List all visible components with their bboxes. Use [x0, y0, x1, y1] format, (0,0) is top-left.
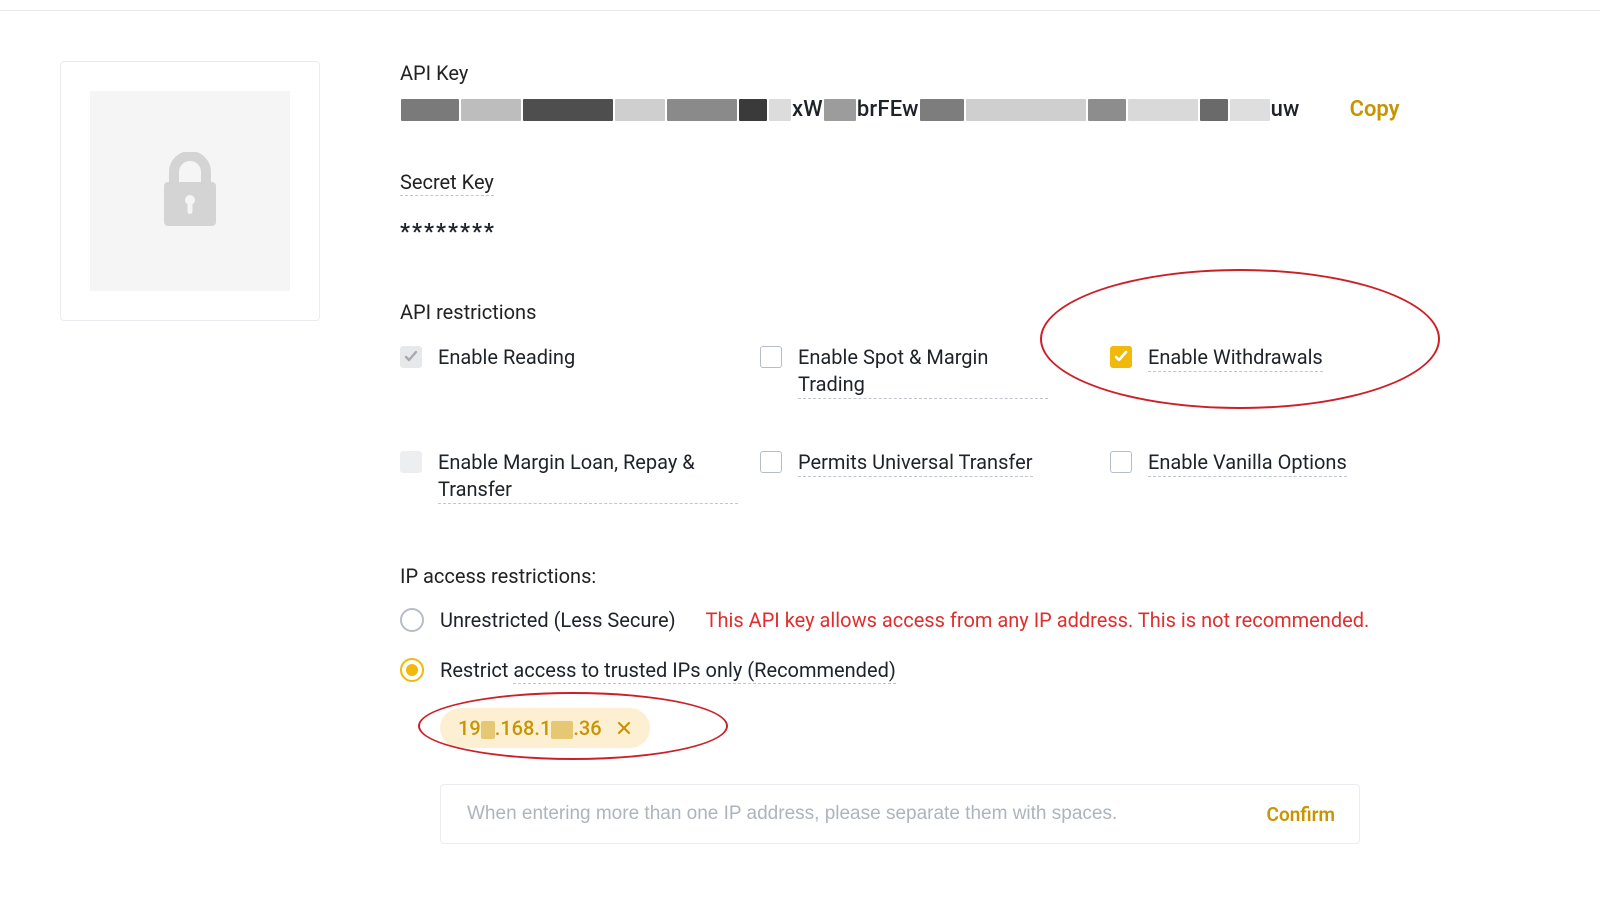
radio-button: [400, 608, 424, 632]
ip-chip[interactable]: 19.168.1.36: [440, 708, 650, 748]
checkbox-box: [1110, 346, 1132, 368]
api-restrictions-heading: API restrictions: [400, 300, 1540, 324]
check-icon: [404, 350, 418, 364]
checkbox-permits-universal-transfer[interactable]: Permits Universal Transfer: [760, 449, 1100, 504]
checkbox-enable-reading[interactable]: Enable Reading: [400, 344, 750, 399]
radio-unrestricted[interactable]: Unrestricted (Less Secure) This API key …: [400, 608, 1540, 632]
checkbox-enable-vanilla-options[interactable]: Enable Vanilla Options: [1110, 449, 1440, 504]
ip-input-row: Confirm: [440, 784, 1360, 844]
lock-icon: [160, 152, 220, 230]
ip-restrictions-heading: IP access restrictions:: [400, 564, 1540, 588]
radio-label: Unrestricted (Less Secure): [440, 608, 676, 632]
api-icon-card: [60, 61, 320, 321]
checkbox-enable-spot-margin[interactable]: Enable Spot & Margin Trading: [760, 344, 1100, 399]
secret-key-value: ********: [400, 220, 1540, 245]
remove-ip-button[interactable]: [616, 720, 632, 736]
checkbox-label: Enable Withdrawals: [1148, 344, 1323, 372]
checkbox-label: Enable Vanilla Options: [1148, 449, 1347, 477]
checkbox-box: [760, 346, 782, 368]
secret-key-label: Secret Key: [400, 170, 494, 196]
radio-label: Restrict access to trusted IPs only (Rec…: [440, 658, 896, 682]
api-key-label: API Key: [400, 61, 1540, 85]
annotation-ellipse-withdrawals: [1040, 269, 1440, 409]
checkbox-enable-withdrawals[interactable]: Enable Withdrawals: [1110, 344, 1440, 399]
checkbox-box: [400, 346, 422, 368]
checkbox-label: Enable Spot & Margin Trading: [798, 344, 1048, 399]
radio-restrict[interactable]: Restrict access to trusted IPs only (Rec…: [400, 658, 1540, 682]
unrestricted-warning: This API key allows access from any IP a…: [706, 608, 1370, 632]
ip-chip-text: 19.168.1.36: [458, 716, 602, 740]
checkbox-label: Enable Reading: [438, 344, 575, 371]
checkbox-box: [1110, 451, 1132, 473]
copy-api-key-button[interactable]: Copy: [1350, 97, 1400, 122]
radio-button: [400, 658, 424, 682]
ip-input[interactable]: [465, 802, 1247, 826]
checkbox-label: Enable Margin Loan, Repay & Transfer: [438, 449, 738, 504]
api-key-value: xW brFEw uw: [400, 97, 1300, 122]
api-icon-inner: [90, 91, 290, 291]
close-icon: [617, 721, 631, 735]
checkbox-label: Permits Universal Transfer: [798, 449, 1033, 477]
checkbox-box: [400, 451, 422, 473]
checkbox-box: [760, 451, 782, 473]
check-icon: [1114, 350, 1128, 364]
confirm-button[interactable]: Confirm: [1267, 803, 1335, 826]
checkbox-enable-margin-loan[interactable]: Enable Margin Loan, Repay & Transfer: [400, 449, 750, 504]
